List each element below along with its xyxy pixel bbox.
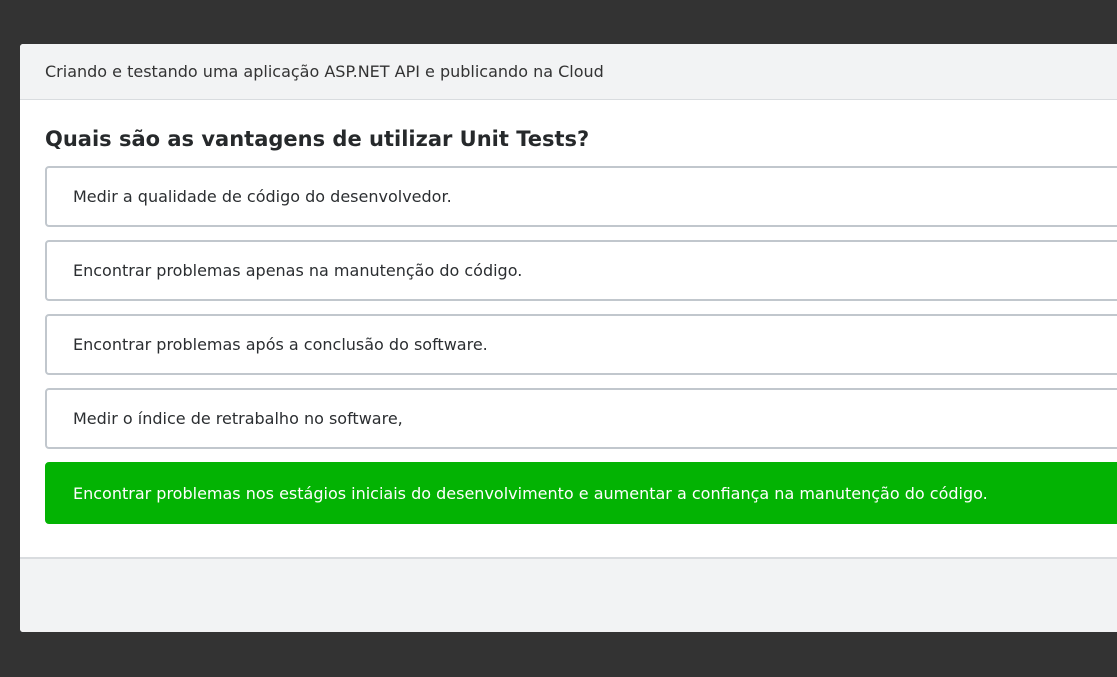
answer-option-label: Encontrar problemas nos estágios iniciai… bbox=[73, 483, 988, 503]
modal-body: Quais são as vantagens de utilizar Unit … bbox=[20, 126, 1117, 524]
answer-options: Medir a qualidade de código do desenvolv… bbox=[45, 166, 1117, 524]
answer-option[interactable]: Encontrar problemas após a conclusão do … bbox=[45, 314, 1117, 375]
quiz-modal: Criando e testando uma aplicação ASP.NET… bbox=[20, 44, 1117, 632]
modal-header: Criando e testando uma aplicação ASP.NET… bbox=[20, 44, 1117, 100]
answer-option[interactable]: Medir a qualidade de código do desenvolv… bbox=[45, 166, 1117, 227]
question-title: Quais são as vantagens de utilizar Unit … bbox=[45, 127, 590, 151]
answer-option-label: Encontrar problemas após a conclusão do … bbox=[73, 335, 488, 354]
answer-option-label: Medir o índice de retrabalho no software… bbox=[73, 409, 403, 428]
answer-option-correct[interactable]: Encontrar problemas nos estágios iniciai… bbox=[45, 462, 1117, 524]
course-title: Criando e testando uma aplicação ASP.NET… bbox=[45, 62, 604, 81]
answer-option-label: Medir a qualidade de código do desenvolv… bbox=[73, 187, 452, 206]
answer-option[interactable]: Encontrar problemas apenas na manutenção… bbox=[45, 240, 1117, 301]
answer-option-label: Encontrar problemas apenas na manutenção… bbox=[73, 261, 523, 280]
answer-option[interactable]: Medir o índice de retrabalho no software… bbox=[45, 388, 1117, 449]
modal-footer bbox=[20, 557, 1117, 632]
